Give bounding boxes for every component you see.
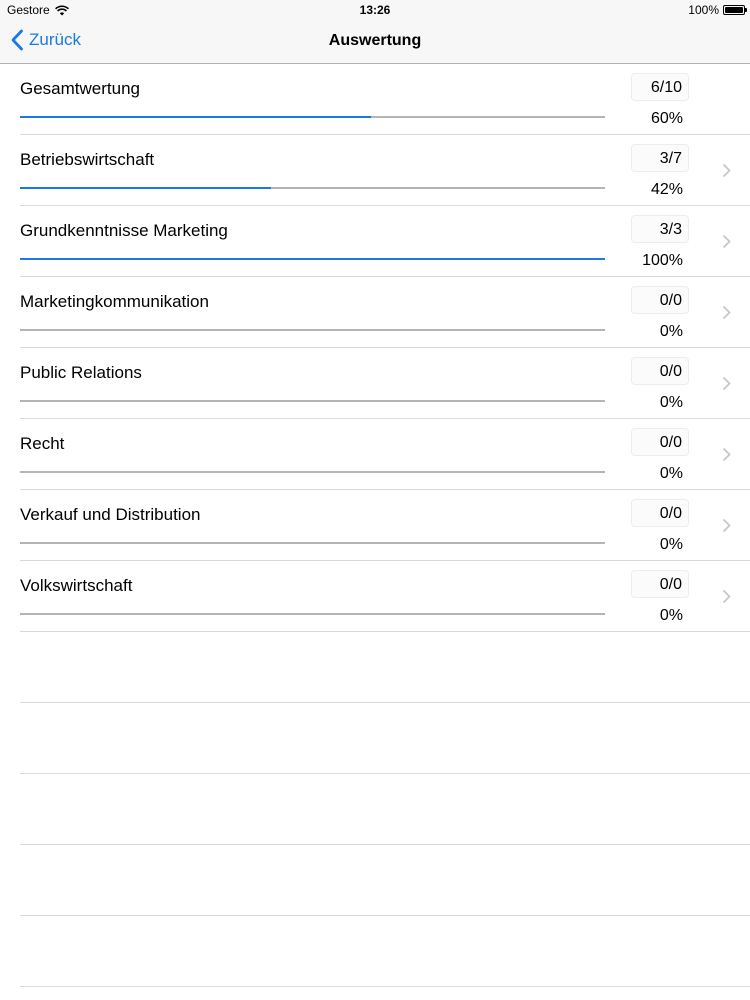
row-title: Public Relations <box>20 363 142 382</box>
progress-bar <box>20 542 605 544</box>
row-title: Recht <box>20 434 65 453</box>
chevron-right-icon <box>722 447 731 462</box>
row-title: Volkswirtschaft <box>20 576 133 595</box>
progress-fill <box>20 116 371 118</box>
percent-label: 0% <box>659 394 683 411</box>
status-time: 13:26 <box>359 3 391 17</box>
row-title: Verkauf und Distribution <box>20 505 201 524</box>
score-field: 0/0 <box>631 570 689 598</box>
battery-icon <box>723 5 747 15</box>
score-field: 3/7 <box>631 144 689 172</box>
page-title: Auswertung <box>328 32 422 49</box>
chevron-right-icon <box>722 376 731 391</box>
row-title: Gesamtwertung <box>20 79 140 98</box>
progress-bar <box>20 116 605 118</box>
empty-table-row <box>20 632 750 703</box>
evaluation-row-volkswirtschaft[interactable]: Volkswirtschaft 0/0 0% <box>20 561 750 632</box>
chevron-right-icon <box>722 589 731 604</box>
battery-percent: 100% <box>688 3 719 17</box>
empty-table-row <box>20 774 750 845</box>
empty-table-row <box>20 916 750 987</box>
score-field: 6/10 <box>631 73 689 101</box>
score-field: 0/0 <box>631 428 689 456</box>
progress-bar <box>20 258 605 260</box>
evaluation-list: Gesamtwertung 6/10 60% Betriebswirtschaf… <box>0 64 750 987</box>
chevron-right-icon <box>722 518 731 533</box>
evaluation-row-overall: Gesamtwertung 6/10 60% <box>20 64 750 135</box>
score-field: 0/0 <box>631 286 689 314</box>
battery-status: 100% <box>688 3 747 17</box>
progress-bar <box>20 613 605 615</box>
score-field: 3/3 <box>631 215 689 243</box>
progress-fill <box>20 258 605 260</box>
evaluation-row-public-relations[interactable]: Public Relations 0/0 0% <box>20 348 750 419</box>
progress-bar <box>20 471 605 473</box>
empty-table-row <box>20 845 750 916</box>
evaluation-row-marketingkommunikation[interactable]: Marketingkommunikation 0/0 0% <box>20 277 750 348</box>
percent-label: 0% <box>659 323 683 340</box>
percent-label: 0% <box>659 465 683 482</box>
score-field: 0/0 <box>631 357 689 385</box>
evaluation-row-verkauf-und-distribution[interactable]: Verkauf und Distribution 0/0 0% <box>20 490 750 561</box>
status-bar: Gestore 13:26 100% <box>0 0 750 20</box>
percent-label: 60% <box>650 110 683 127</box>
chevron-right-icon <box>722 163 731 178</box>
progress-fill <box>20 187 271 189</box>
row-title: Marketingkommunikation <box>20 292 209 311</box>
empty-table-row <box>20 703 750 774</box>
progress-bar <box>20 187 605 189</box>
navigation-bar: Zurück Auswertung <box>0 20 750 64</box>
chevron-right-icon <box>722 234 731 249</box>
percent-label: 0% <box>659 607 683 624</box>
evaluation-row-grundkenntnisse-marketing[interactable]: Grundkenntnisse Marketing 3/3 100% <box>20 206 750 277</box>
progress-bar <box>20 400 605 402</box>
evaluation-row-recht[interactable]: Recht 0/0 0% <box>20 419 750 490</box>
percent-label: 100% <box>642 252 683 269</box>
percent-label: 42% <box>650 181 683 198</box>
row-title: Grundkenntnisse Marketing <box>20 221 228 240</box>
evaluation-row-betriebswirtschaft[interactable]: Betriebswirtschaft 3/7 42% <box>20 135 750 206</box>
percent-label: 0% <box>659 536 683 553</box>
progress-bar <box>20 329 605 331</box>
row-title: Betriebswirtschaft <box>20 150 155 169</box>
chevron-right-icon <box>722 305 731 320</box>
score-field: 0/0 <box>631 499 689 527</box>
